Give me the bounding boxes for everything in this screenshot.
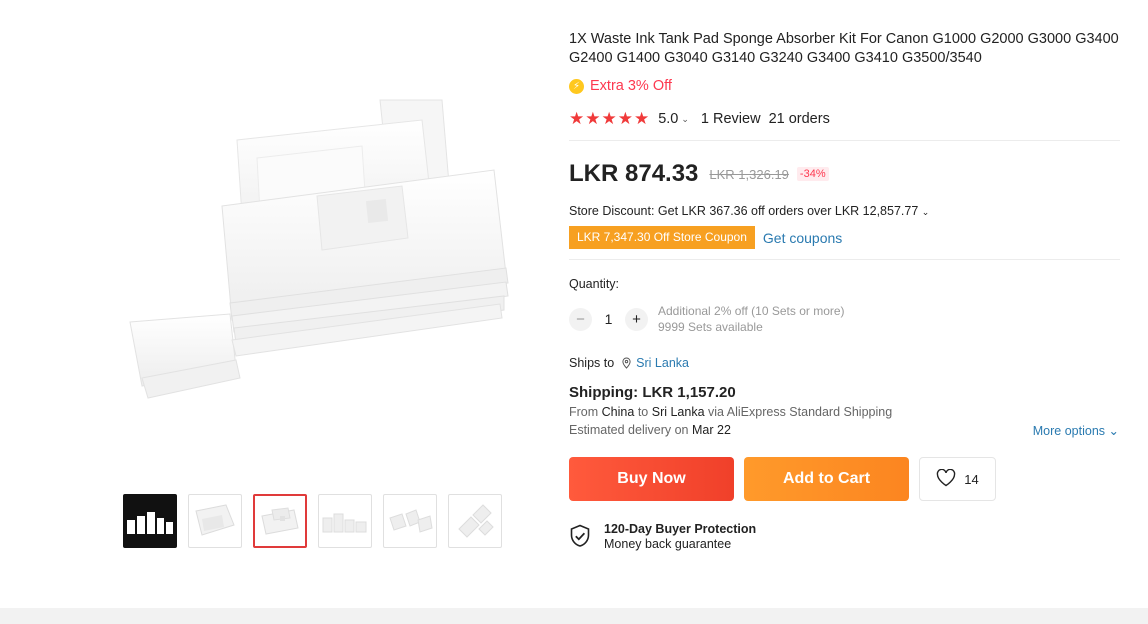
shield-check-icon (569, 524, 595, 553)
more-options-label: More options (1032, 424, 1106, 438)
thumbnail-3[interactable] (253, 494, 307, 548)
chevron-down-icon[interactable]: ⌄ (681, 114, 689, 125)
product-info: 1X Waste Ink Tank Pad Sponge Absorber Ki… (569, 30, 1121, 553)
heart-icon (936, 468, 956, 490)
chevron-down-icon[interactable]: ⌄ (922, 207, 930, 217)
ships-to-label: Ships to (569, 356, 615, 370)
to-label: to (637, 405, 649, 419)
thumbnail-strip (123, 494, 502, 548)
store-coupon[interactable]: LKR 7,347.30 Off Store Coupon (569, 226, 755, 249)
star-rating-icon: ★★★★★ (569, 109, 651, 128)
bulk-discount-note: Additional 2% off (10 Sets or more) (658, 304, 845, 318)
more-options-link[interactable]: More options ⌄ (1033, 423, 1119, 438)
main-product-image[interactable] (112, 78, 522, 438)
quantity-note: Additional 2% off (10 Sets or more) 9999… (658, 303, 845, 335)
store-discount-text: Store Discount: Get LKR 367.36 off order… (569, 204, 919, 218)
original-price: LKR 1,326.19 (709, 166, 789, 182)
divider (569, 259, 1120, 260)
wishlist-button[interactable]: 14 (919, 457, 996, 501)
wishlist-count: 14 (964, 471, 979, 487)
quantity-value[interactable]: 1 (592, 311, 625, 327)
add-to-cart-button[interactable]: Add to Cart (744, 457, 909, 501)
stock-available: 9999 Sets available (658, 320, 763, 334)
extra-discount-label: Extra 3% Off (590, 78, 672, 94)
store-discount[interactable]: Store Discount: Get LKR 367.36 off order… (569, 204, 1121, 218)
protection-subtitle: Money back guarantee (604, 537, 732, 551)
location-pin-icon (621, 357, 632, 369)
thumbnail-4[interactable] (318, 494, 372, 548)
origin-country: China (601, 405, 635, 419)
current-price: LKR 874.33 (569, 160, 699, 187)
coupon-row: LKR 7,347.30 Off Store Coupon Get coupon… (569, 226, 1121, 249)
product-title: 1X Waste Ink Tank Pad Sponge Absorber Ki… (569, 31, 1119, 66)
thumbnail-1[interactable] (123, 494, 177, 548)
quantity-label: Quantity: (569, 277, 620, 291)
destination-country: Sri Lanka (651, 405, 705, 419)
discount-badge: -34% (796, 167, 829, 181)
from-label: From (569, 405, 599, 419)
rating-value[interactable]: 5.0 (658, 111, 678, 127)
delivery-label: Estimated delivery on (569, 423, 689, 437)
delivery-date: Mar 22 (692, 423, 731, 437)
lightning-icon: ⚡ (569, 78, 584, 94)
decrease-quantity-button[interactable]: − (569, 307, 592, 331)
divider (569, 140, 1120, 141)
estimated-delivery: Estimated delivery on Mar 22 (569, 423, 731, 438)
extra-discount: ⚡ Extra 3% Off (569, 78, 1121, 94)
thumbnail-5[interactable] (383, 494, 437, 548)
delivery-row: Estimated delivery on Mar 22 More option… (569, 423, 1121, 438)
chevron-down-icon: ⌄ (1108, 424, 1119, 438)
shipping-route: From China to Sri Lanka via AliExpress S… (569, 405, 1121, 419)
thumbnail-6[interactable] (448, 494, 502, 548)
orders-count: 21 orders (768, 111, 830, 127)
ships-to-country-link[interactable]: Sri Lanka (636, 356, 689, 370)
ships-to-row: Ships to Sri Lanka (569, 356, 1121, 370)
get-coupons-link[interactable]: Get coupons (763, 230, 842, 246)
increase-quantity-button[interactable]: + (625, 307, 648, 331)
footer-band (0, 608, 1148, 624)
shipping-price: Shipping: LKR 1,157.20 (569, 384, 736, 401)
reviews-link[interactable]: 1 Review (701, 111, 761, 127)
action-buttons: Buy Now Add to Cart 14 (569, 457, 1121, 501)
buy-now-button[interactable]: Buy Now (569, 457, 734, 501)
shipping-method: via AliExpress Standard Shipping (708, 405, 893, 419)
buyer-protection[interactable]: 120-Day Buyer Protection Money back guar… (569, 522, 1121, 553)
protection-text: 120-Day Buyer Protection Money back guar… (604, 522, 756, 551)
rating-row: ★★★★★ 5.0 ⌄ 1 Review 21 orders (569, 109, 1121, 129)
protection-title: 120-Day Buyer Protection (604, 522, 757, 536)
price-row: LKR 874.33 LKR 1,326.19 -34% (569, 160, 1121, 188)
quantity-stepper: − 1 + Additional 2% off (10 Sets or more… (569, 303, 1121, 335)
thumbnail-2[interactable] (188, 494, 242, 548)
